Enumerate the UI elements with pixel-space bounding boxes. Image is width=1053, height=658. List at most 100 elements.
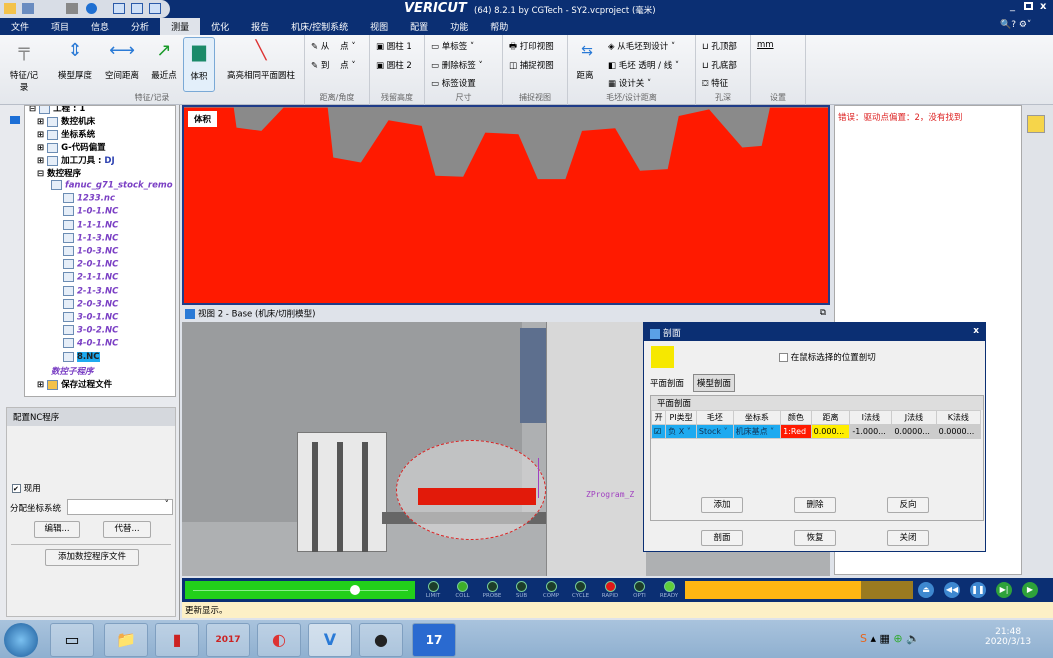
restore-button[interactable]: 恢复 <box>794 530 836 546</box>
nc-file[interactable]: 1-1-1.NC <box>63 219 118 230</box>
rewind-icon[interactable]: ◀◀ <box>944 582 960 598</box>
clock[interactable]: 21:48 2020/3/13 <box>985 627 1031 647</box>
slider-knob[interactable] <box>350 585 360 595</box>
layout-split-icon[interactable] <box>131 3 143 14</box>
tree-item-subprograms[interactable]: 数控子程序 <box>51 365 94 377</box>
capture-view-button[interactable]: ◫ 捕捉视图 <box>509 59 554 71</box>
print-view-button[interactable]: 🖶 打印视图 <box>509 40 554 55</box>
dialog-close-icon[interactable]: x <box>973 326 979 336</box>
tab-model-section[interactable]: 模型剖面 <box>693 374 736 392</box>
help-settings-icons[interactable]: 🔍? ⚙˅ <box>1000 20 1031 30</box>
hole-bottom-button[interactable]: ⊔ 孔底部 <box>702 59 737 71</box>
label-settings-button[interactable]: ▭ 标签设置 <box>431 77 476 89</box>
taskbar-app-obs[interactable]: ● <box>359 623 403 657</box>
nc-file[interactable]: 1-0-3.NC <box>63 246 118 257</box>
menu-5[interactable]: 优化 <box>200 18 240 35</box>
pause-icon[interactable]: ❚❚ <box>970 582 986 598</box>
minimize-button[interactable]: _ <box>1010 1 1015 12</box>
tree-item[interactable]: ⊞ 坐标系统 <box>37 128 95 140</box>
model-thickness-button[interactable]: ⇕ 模型厚度 <box>55 39 95 81</box>
log-icon[interactable] <box>1027 115 1045 133</box>
table-row[interactable]: ☑ 负 X ˅ Stock ˅ 机床基点 ˅ 1:Red 0.000... -1… <box>650 424 982 439</box>
taskbar-app-explorer[interactable]: ▭ <box>50 623 94 657</box>
add-nc-file-button[interactable]: 添加数控程序文件 <box>45 549 139 566</box>
unit-button[interactable]: mm <box>757 40 774 50</box>
mouse-icon[interactable] <box>651 346 674 368</box>
speed-slider[interactable] <box>185 581 415 599</box>
space-distance-button[interactable]: ⟷ 空间距离 <box>101 39 143 81</box>
menu-11[interactable]: 帮助 <box>479 18 519 35</box>
menu-2[interactable]: 信息 <box>80 18 120 35</box>
menu-8[interactable]: 视图 <box>359 18 399 35</box>
stock-select[interactable]: Stock ˅ <box>695 424 734 439</box>
taskbar-app-globe[interactable]: ◐ <box>257 623 301 657</box>
nc-file[interactable]: fanuc_g71_stock_remo <box>51 180 173 191</box>
start-button[interactable] <box>4 623 38 657</box>
tree-item[interactable]: ⊞ G-代码偏置 <box>37 141 106 153</box>
reset-icon[interactable]: ⏏ <box>918 582 934 598</box>
cut-at-mouse-checkbox[interactable]: 在鼠标选择的位置剖切 <box>779 351 876 363</box>
maximize-button[interactable] <box>1024 2 1033 10</box>
tree-item-programs[interactable]: ⊟ 数控程序 <box>37 167 81 179</box>
play-icon[interactable]: ▶ <box>1022 582 1038 598</box>
tree-item-tool[interactable]: ⊞ 加工刀具 : DJ <box>37 154 115 166</box>
add-button[interactable]: 添加 <box>701 497 743 513</box>
tool-icon[interactable] <box>66 3 78 14</box>
nc-file[interactable]: 2-1-3.NC <box>63 285 118 296</box>
nc-file[interactable]: 4-0-1.NC <box>63 338 118 349</box>
tree-item[interactable]: ⊞ 数控机床 <box>37 115 95 127</box>
from-point-dropdown[interactable]: ✎ 从 点 ˅ <box>311 40 356 52</box>
taskbar-app-folder[interactable]: 📁 <box>104 623 148 657</box>
menu-9[interactable]: 配置 <box>399 18 439 35</box>
type-select[interactable]: 负 X ˅ <box>665 424 697 439</box>
nc-file[interactable]: 1-0-1.NC <box>63 206 118 217</box>
layout-single-icon[interactable] <box>113 3 125 14</box>
stock-to-design-dropdown[interactable]: ◈ 从毛坯到设计 ˅ <box>608 40 675 52</box>
coord-select[interactable]: 机床基点 ˅ <box>732 424 782 439</box>
nc-file[interactable]: 3-0-1.NC <box>63 312 118 323</box>
delete-button[interactable]: 删除 <box>794 497 836 513</box>
cylinder-2-button[interactable]: ▣ 圆柱 2 <box>376 59 412 71</box>
nc-file[interactable]: 1233.nc <box>63 193 115 204</box>
nc-file[interactable]: 1-1-3.NC <box>63 232 118 243</box>
menu-7[interactable]: 机床/控制系统 <box>280 18 359 35</box>
tab-plane-section[interactable]: 平面剖面 <box>650 377 684 389</box>
menu-3[interactable]: 分析 <box>120 18 160 35</box>
nc-file[interactable]: 3-0-2.NC <box>63 325 118 336</box>
save-icon[interactable] <box>22 3 34 14</box>
j-normal-cell[interactable]: 0.0000... <box>891 424 937 439</box>
edit-button[interactable]: 编辑... <box>34 521 80 538</box>
nc-file[interactable]: 2-1-1.NC <box>63 272 118 283</box>
tree-root[interactable]: ⊟ 工程 : 1 <box>29 106 85 114</box>
tray-icons[interactable]: S ▴ ▦ ⊕ 🔈 <box>860 632 920 645</box>
distance-button[interactable]: ⇆ 距离 <box>574 39 596 81</box>
hole-top-button[interactable]: ⊔ 孔顶部 <box>702 40 737 52</box>
taskbar-app-mastercam[interactable]: 2017 <box>206 623 250 657</box>
project-tree[interactable]: ⊟ 工程 : 1 ⊞ 数控机床 ⊞ 坐标系统 ⊞ G-代码偏置 ⊞ 加工刀具 : DJ ⊟… <box>24 105 176 397</box>
to-point-dropdown[interactable]: ✎ 到 点 ˅ <box>311 59 356 71</box>
on-checkbox[interactable]: ☑ <box>650 424 667 439</box>
layout-stack-icon[interactable] <box>149 3 161 14</box>
i-normal-cell[interactable]: -1.000... <box>849 424 893 439</box>
feature-button[interactable]: ⛋ 特征 <box>702 77 728 89</box>
close-button[interactable]: 关闭 <box>887 530 929 546</box>
menu-4[interactable]: 测量 <box>160 18 201 35</box>
nc-file[interactable]: 2-0-3.NC <box>63 298 118 309</box>
k-normal-cell[interactable]: 0.0000... <box>935 424 982 439</box>
tree-item-save[interactable]: ⊞ 保存过程文件 <box>37 378 112 390</box>
coord-select[interactable]: ˅ <box>67 499 173 515</box>
close-button[interactable]: x <box>1040 1 1046 12</box>
taskbar-app-vericut[interactable]: V <box>308 623 352 657</box>
menu-6[interactable]: 报告 <box>240 18 280 35</box>
step-icon[interactable]: ▶| <box>996 582 1012 598</box>
feature-record-button[interactable]: ╤ 特征/记录 <box>6 39 42 93</box>
reverse-button[interactable]: 反向 <box>887 497 929 513</box>
taskbar-app-17[interactable]: 17 <box>412 623 456 657</box>
section-button[interactable]: 剖面 <box>701 530 743 546</box>
single-label-dropdown[interactable]: ▭ 单标签 ˅ <box>431 40 474 52</box>
delete-label-dropdown[interactable]: ▭ 删除标签 ˅ <box>431 59 483 71</box>
design-off-dropdown[interactable]: ▦ 设计关 ˅ <box>608 77 651 89</box>
menu-0[interactable]: 文件 <box>0 18 40 35</box>
cylinder-1-button[interactable]: ▣ 圆柱 1 <box>376 40 412 52</box>
nc-file[interactable]: 2-0-1.NC <box>63 259 118 270</box>
